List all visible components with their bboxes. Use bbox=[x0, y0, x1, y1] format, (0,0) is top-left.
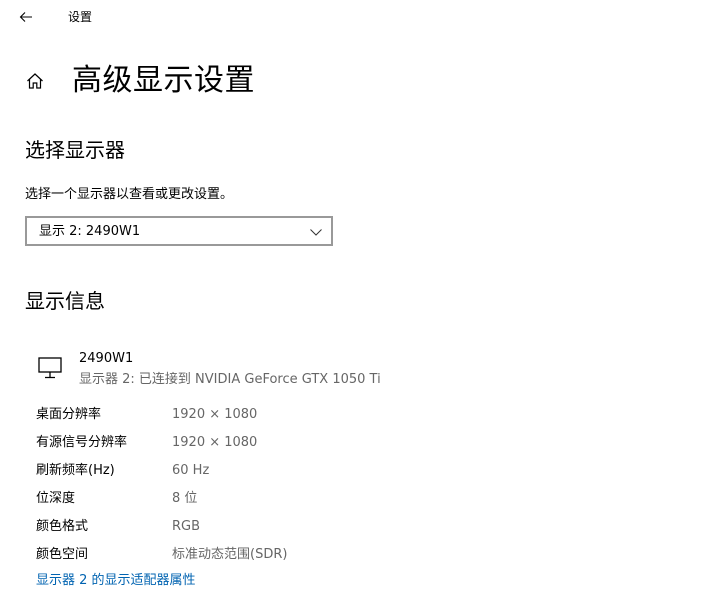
back-arrow-icon bbox=[19, 12, 32, 22]
display-dropdown[interactable]: 显示 2: 2490W1 bbox=[25, 216, 333, 246]
info-label: 颜色空间 bbox=[36, 547, 89, 562]
dropdown-selected-value: 显示 2: 2490W1 bbox=[39, 224, 141, 239]
info-label: 位深度 bbox=[36, 491, 76, 506]
monitor-name: 2490W1 bbox=[79, 351, 134, 366]
info-label: 有源信号分辨率 bbox=[36, 435, 128, 450]
select-display-description: 选择一个显示器以查看或更改设置。 bbox=[25, 187, 234, 202]
info-value: 标准动态范围(SDR) bbox=[172, 547, 288, 562]
section-title-select-display: 选择显示器 bbox=[25, 138, 125, 162]
chevron-down-icon bbox=[310, 229, 322, 236]
info-row-color-space: 颜色空间 标准动态范围(SDR) bbox=[36, 544, 636, 572]
monitor-connection-detail: 显示器 2: 已连接到 NVIDIA GeForce GTX 1050 Ti bbox=[79, 372, 381, 387]
info-label: 颜色格式 bbox=[36, 519, 89, 534]
info-row-refresh-rate: 刷新频率(Hz) 60 Hz bbox=[36, 460, 636, 488]
display-info-table: 桌面分辨率 1920 × 1080 有源信号分辨率 1920 × 1080 刷新… bbox=[36, 404, 636, 572]
info-value: 60 Hz bbox=[172, 463, 210, 478]
info-value: 1920 × 1080 bbox=[172, 435, 258, 450]
info-row-desktop-resolution: 桌面分辨率 1920 × 1080 bbox=[36, 404, 636, 432]
info-label: 刷新频率(Hz) bbox=[36, 463, 115, 478]
info-row-color-format: 颜色格式 RGB bbox=[36, 516, 636, 544]
info-value: 8 位 bbox=[172, 491, 198, 506]
title-bar: 设置 bbox=[0, 0, 720, 36]
monitor-entry: 2490W1 显示器 2: 已连接到 NVIDIA GeForce GTX 10… bbox=[36, 350, 636, 392]
window-title: 设置 bbox=[68, 10, 93, 24]
back-button[interactable] bbox=[12, 4, 40, 30]
monitor-icon bbox=[38, 357, 62, 379]
info-value: 1920 × 1080 bbox=[172, 407, 258, 422]
home-icon[interactable] bbox=[24, 70, 46, 92]
page-title: 高级显示设置 bbox=[72, 63, 255, 98]
info-label: 桌面分辨率 bbox=[36, 407, 102, 422]
info-row-bit-depth: 位深度 8 位 bbox=[36, 488, 636, 516]
info-value: RGB bbox=[172, 519, 201, 534]
section-title-display-info: 显示信息 bbox=[25, 289, 105, 313]
display-adapter-properties-link[interactable]: 显示器 2 的显示适配器属性 bbox=[36, 572, 196, 590]
page-header: 高级显示设置 bbox=[24, 58, 255, 104]
info-row-active-signal-resolution: 有源信号分辨率 1920 × 1080 bbox=[36, 432, 636, 460]
